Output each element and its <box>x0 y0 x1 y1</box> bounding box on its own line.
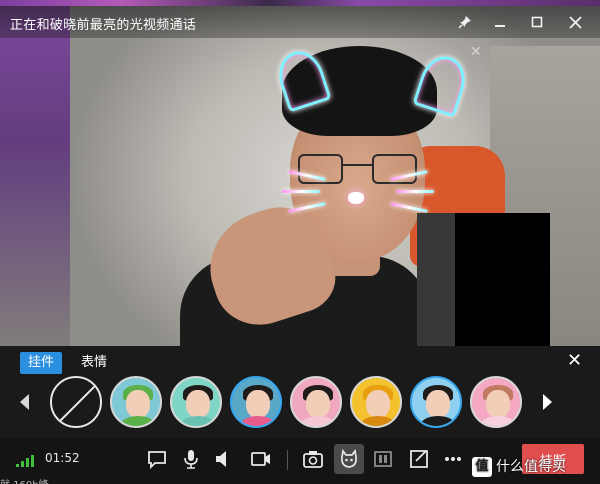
sticker-face <box>486 390 510 418</box>
self-view-strip <box>417 213 455 346</box>
video-overlay-close-icon[interactable]: ✕ <box>470 44 482 60</box>
window-title: 正在和破晓前最亮的光视频通话 <box>10 18 197 33</box>
camera-video-button[interactable] <box>246 444 276 474</box>
sticker-body <box>480 416 516 426</box>
more-icon <box>445 457 461 461</box>
chat-button[interactable] <box>142 444 172 474</box>
tab-pendants[interactable]: 挂件 <box>20 352 63 374</box>
sticker-face <box>366 390 390 418</box>
sticker-dinosaur-hood[interactable] <box>110 376 162 428</box>
sticker-crown-girl[interactable] <box>290 376 342 428</box>
sticker-body <box>240 416 276 426</box>
sticker-black-cat-ears[interactable] <box>410 376 462 428</box>
sticker-bunny-ears[interactable] <box>470 376 522 428</box>
chat-icon <box>148 451 166 470</box>
sticker-face <box>126 390 150 418</box>
maximize-icon <box>531 16 543 28</box>
camera-video-icon <box>251 452 270 466</box>
share-screen-icon <box>410 450 428 468</box>
background-purple <box>0 6 70 346</box>
sticker-button[interactable] <box>334 444 364 474</box>
sticker-body <box>120 416 156 426</box>
minimize-icon <box>495 25 505 27</box>
pin-button[interactable] <box>450 10 480 34</box>
close-icon <box>568 15 582 29</box>
sticker-cat-ears-teal[interactable] <box>170 376 222 428</box>
sticker-body <box>300 416 336 426</box>
title-bar: 正在和破晓前最亮的光视频通话 <box>0 6 600 38</box>
watermark-text: 什么值得买 <box>496 459 566 475</box>
sticker-body <box>420 416 456 426</box>
call-timer: 01:52 <box>45 451 80 465</box>
sticker-body <box>360 416 396 426</box>
remote-video-feed[interactable]: ✕ <box>0 6 600 356</box>
screenshot-icon <box>303 451 323 468</box>
toolbar-divider <box>287 450 288 470</box>
sticker-flower-crown[interactable] <box>230 376 282 428</box>
sticker-face <box>306 390 330 418</box>
watermark-logo: 值 <box>472 457 492 477</box>
pin-icon <box>458 16 471 29</box>
screenshot-button[interactable] <box>298 444 328 474</box>
maximize-button[interactable] <box>522 10 552 34</box>
sticker-none[interactable] <box>50 376 102 428</box>
whisker-effect <box>282 190 320 193</box>
sticker-sunflower[interactable] <box>350 376 402 428</box>
self-view-preview[interactable] <box>417 213 550 346</box>
sticker-face <box>246 390 270 418</box>
tab-expressions[interactable]: 表情 <box>73 352 115 374</box>
panel-close-icon[interactable]: ✕ <box>567 350 582 371</box>
close-button[interactable] <box>560 10 590 34</box>
sticker-icon <box>341 448 357 468</box>
sticker-body <box>180 416 216 426</box>
minimize-button[interactable] <box>485 10 515 34</box>
more-button[interactable] <box>438 444 468 474</box>
video-call-window: ✕ 正在和破晓前最亮的光视频通话 挂件 表情 ✕ 01:52 挂断 值 什么值得… <box>0 0 600 484</box>
scroll-right-arrow-icon[interactable] <box>543 394 552 410</box>
sticker-list <box>48 376 538 432</box>
whisker-effect <box>396 190 434 193</box>
layout-icon <box>374 451 392 467</box>
microphone-icon <box>184 450 198 469</box>
layout-button[interactable] <box>368 444 398 474</box>
glasses-bridge <box>343 164 372 166</box>
scroll-left-arrow-icon[interactable] <box>20 394 29 410</box>
watermark: 值什么值得买 <box>472 456 566 477</box>
speaker-button[interactable] <box>208 444 238 474</box>
microphone-button[interactable] <box>176 444 206 474</box>
signal-strength-icon <box>16 453 38 467</box>
nose-heart-effect <box>348 192 364 204</box>
share-screen-button[interactable] <box>404 444 434 474</box>
sticker-face <box>186 390 210 418</box>
background-text-peek: 就 160b峰 <box>0 476 49 484</box>
sticker-face <box>426 390 450 418</box>
sticker-panel: 挂件 表情 ✕ <box>0 346 600 438</box>
speaker-icon <box>216 451 226 467</box>
